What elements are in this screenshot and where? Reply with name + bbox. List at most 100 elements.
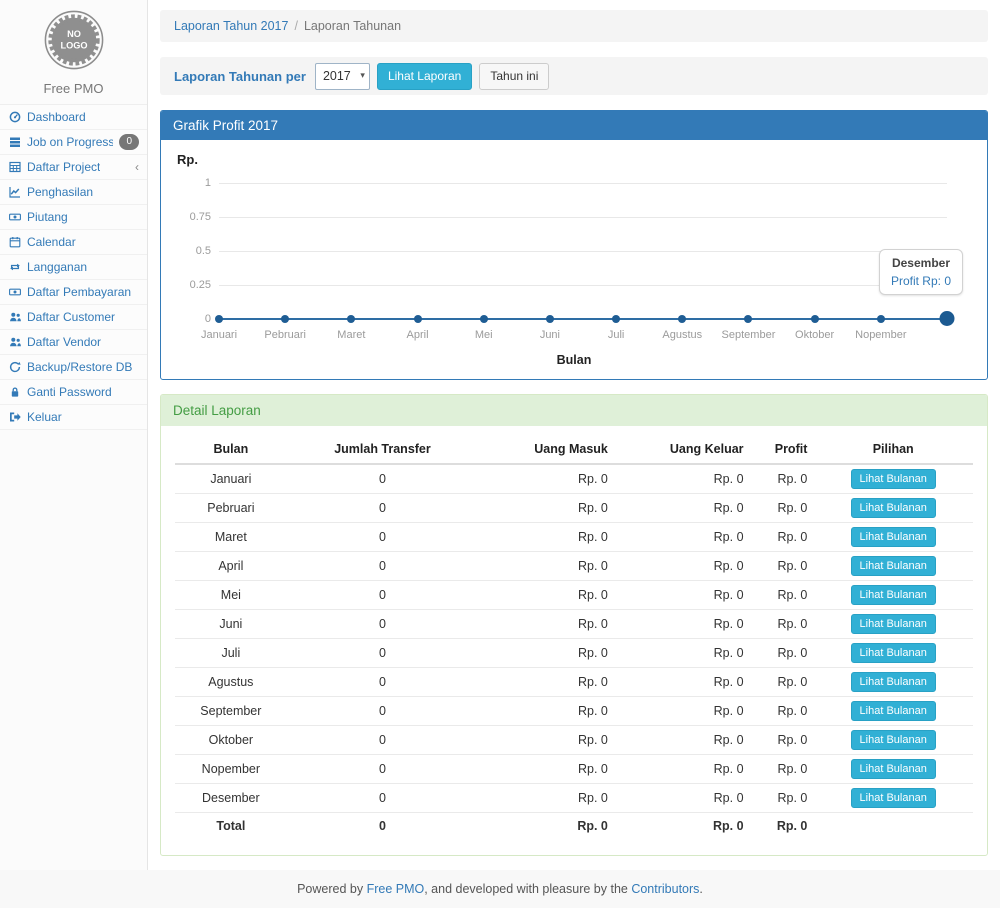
- sidebar-item-backup-restore-db[interactable]: Backup/Restore DB: [0, 355, 147, 380]
- sidebar-item-daftar-project[interactable]: Daftar Project ‹: [0, 155, 147, 180]
- col-header-bulan: Bulan: [175, 434, 287, 464]
- table-row: September 0 Rp. 0 Rp. 0 Rp. 0 Lihat Bula…: [175, 697, 973, 726]
- x-tick-label: September: [722, 329, 776, 341]
- lock-icon: [9, 386, 21, 398]
- x-tick-label: Pebruari: [264, 329, 306, 341]
- lihat-bulanan-button[interactable]: Lihat Bulanan: [851, 469, 936, 489]
- cell-uang-keluar: Rp. 0: [614, 639, 750, 668]
- lihat-bulanan-button[interactable]: Lihat Bulanan: [851, 672, 936, 692]
- lihat-bulanan-button[interactable]: Lihat Bulanan: [851, 556, 936, 576]
- gridline: [219, 217, 947, 218]
- gridline: [219, 251, 947, 252]
- chart-tooltip: Desember Profit Rp: 0: [879, 249, 963, 295]
- sidebar-item-label: Keluar: [27, 409, 62, 425]
- lihat-bulanan-button[interactable]: Lihat Bulanan: [851, 643, 936, 663]
- sidebar-item-langganan[interactable]: Langganan: [0, 255, 147, 280]
- cell-uang-keluar: Rp. 0: [614, 668, 750, 697]
- cell-uang-masuk: Rp. 0: [478, 726, 614, 755]
- sidebar-item-piutang[interactable]: Piutang: [0, 205, 147, 230]
- col-header-pilihan: Pilihan: [813, 434, 973, 464]
- chevron-left-icon: ‹: [135, 159, 139, 175]
- tasks-icon: [9, 136, 21, 148]
- sidebar-item-calendar[interactable]: Calendar: [0, 230, 147, 255]
- cell-jumlah-transfer: 0: [287, 668, 479, 697]
- total-empty-cell: [813, 813, 973, 838]
- sidebar-item-label: Penghasilan: [27, 184, 93, 200]
- sidebar-item-label: Ganti Password: [27, 384, 112, 400]
- lihat-bulanan-button[interactable]: Lihat Bulanan: [851, 759, 936, 779]
- cell-profit: Rp. 0: [750, 523, 814, 552]
- profit-chart-panel: Grafik Profit 2017 Rp. 1 0.75 0.5 0.25 0…: [160, 110, 988, 380]
- tooltip-value: Profit Rp: 0: [891, 274, 951, 288]
- calendar-icon: [9, 236, 21, 248]
- sidebar-item-penghasilan[interactable]: Penghasilan: [0, 180, 147, 205]
- sidebar-item-job-on-progress[interactable]: Job on Progress 0: [0, 130, 147, 155]
- lihat-bulanan-button[interactable]: Lihat Bulanan: [851, 527, 936, 547]
- cell-bulan: Maret: [175, 523, 287, 552]
- cell-profit: Rp. 0: [750, 755, 814, 784]
- cell-profit: Rp. 0: [750, 639, 814, 668]
- table-row: Januari 0 Rp. 0 Rp. 0 Rp. 0 Lihat Bulana…: [175, 464, 973, 494]
- cell-bulan: September: [175, 697, 287, 726]
- lihat-bulanan-button[interactable]: Lihat Bulanan: [851, 730, 936, 750]
- x-tick-label: Maret: [337, 329, 365, 341]
- x-tick-label: Juni: [540, 329, 560, 341]
- line-chart-icon: [9, 186, 21, 198]
- sidebar-item-label: Piutang: [27, 209, 68, 225]
- cell-uang-keluar: Rp. 0: [614, 784, 750, 813]
- cell-uang-masuk: Rp. 0: [478, 639, 614, 668]
- cell-jumlah-transfer: 0: [287, 784, 479, 813]
- lihat-bulanan-button[interactable]: Lihat Bulanan: [851, 585, 936, 605]
- gridline: [219, 183, 947, 184]
- col-header-uang-masuk: Uang Masuk: [478, 434, 614, 464]
- sidebar-item-daftar-customer[interactable]: Daftar Customer: [0, 305, 147, 330]
- chart-body: Rp. 1 0.75 0.5 0.25 0 Januari Pebruari M…: [161, 140, 987, 379]
- cell-profit: Rp. 0: [750, 464, 814, 494]
- cell-profit: Rp. 0: [750, 668, 814, 697]
- sidebar-item-dashboard[interactable]: Dashboard: [0, 105, 147, 130]
- logo-text-line2: LOGO: [60, 41, 87, 51]
- year-select[interactable]: 2017: [315, 63, 370, 90]
- cell-uang-keluar: Rp. 0: [614, 726, 750, 755]
- sidebar-item-daftar-vendor[interactable]: Daftar Vendor: [0, 330, 147, 355]
- cell-uang-masuk: Rp. 0: [478, 697, 614, 726]
- lihat-bulanan-button[interactable]: Lihat Bulanan: [851, 498, 936, 518]
- cell-uang-masuk: Rp. 0: [478, 610, 614, 639]
- table-row: Agustus 0 Rp. 0 Rp. 0 Rp. 0 Lihat Bulana…: [175, 668, 973, 697]
- lihat-laporan-button[interactable]: Lihat Laporan: [377, 63, 472, 90]
- total-uang-masuk: Rp. 0: [478, 813, 614, 838]
- breadcrumb-link-laporan-tahun[interactable]: Laporan Tahun 2017: [174, 19, 288, 33]
- detail-panel-title: Detail Laporan: [161, 395, 987, 426]
- footer-link-contributors[interactable]: Contributors: [631, 882, 699, 896]
- y-tick-label: 0.25: [190, 279, 211, 291]
- sidebar: NO LOGO Free PMO Dashboard Job on Progre…: [0, 0, 148, 870]
- users-icon: [9, 311, 21, 323]
- sidebar-item-label: Langganan: [27, 259, 87, 275]
- lihat-bulanan-button[interactable]: Lihat Bulanan: [851, 788, 936, 808]
- detail-report-panel: Detail Laporan Bulan Jumlah Transfer Uan…: [160, 394, 988, 856]
- breadcrumb-separator: /: [294, 19, 297, 33]
- sidebar-item-daftar-pembayaran[interactable]: Daftar Pembayaran: [0, 280, 147, 305]
- cell-uang-keluar: Rp. 0: [614, 755, 750, 784]
- cell-uang-keluar: Rp. 0: [614, 581, 750, 610]
- breadcrumb-current: Laporan Tahunan: [304, 19, 401, 33]
- tooltip-title: Desember: [891, 256, 951, 270]
- footer-text: , and developed with pleasure by the: [424, 882, 631, 896]
- cell-bulan: Juli: [175, 639, 287, 668]
- sidebar-item-ganti-password[interactable]: Ganti Password: [0, 380, 147, 405]
- table-row: Mei 0 Rp. 0 Rp. 0 Rp. 0 Lihat Bulanan: [175, 581, 973, 610]
- tachometer-icon: [9, 111, 21, 123]
- footer-link-free-pmo[interactable]: Free PMO: [367, 882, 425, 896]
- sign-out-icon: [9, 411, 21, 423]
- money-icon: [9, 286, 21, 298]
- cell-jumlah-transfer: 0: [287, 523, 479, 552]
- cell-uang-masuk: Rp. 0: [478, 581, 614, 610]
- tahun-ini-button[interactable]: Tahun ini: [479, 63, 549, 90]
- job-count-badge: 0: [119, 134, 139, 150]
- sidebar-item-keluar[interactable]: Keluar: [0, 405, 147, 430]
- page-footer: Powered by Free PMO, and developed with …: [0, 870, 1000, 908]
- cell-profit: Rp. 0: [750, 697, 814, 726]
- brand-name: Free PMO: [0, 81, 147, 96]
- lihat-bulanan-button[interactable]: Lihat Bulanan: [851, 614, 936, 634]
- lihat-bulanan-button[interactable]: Lihat Bulanan: [851, 701, 936, 721]
